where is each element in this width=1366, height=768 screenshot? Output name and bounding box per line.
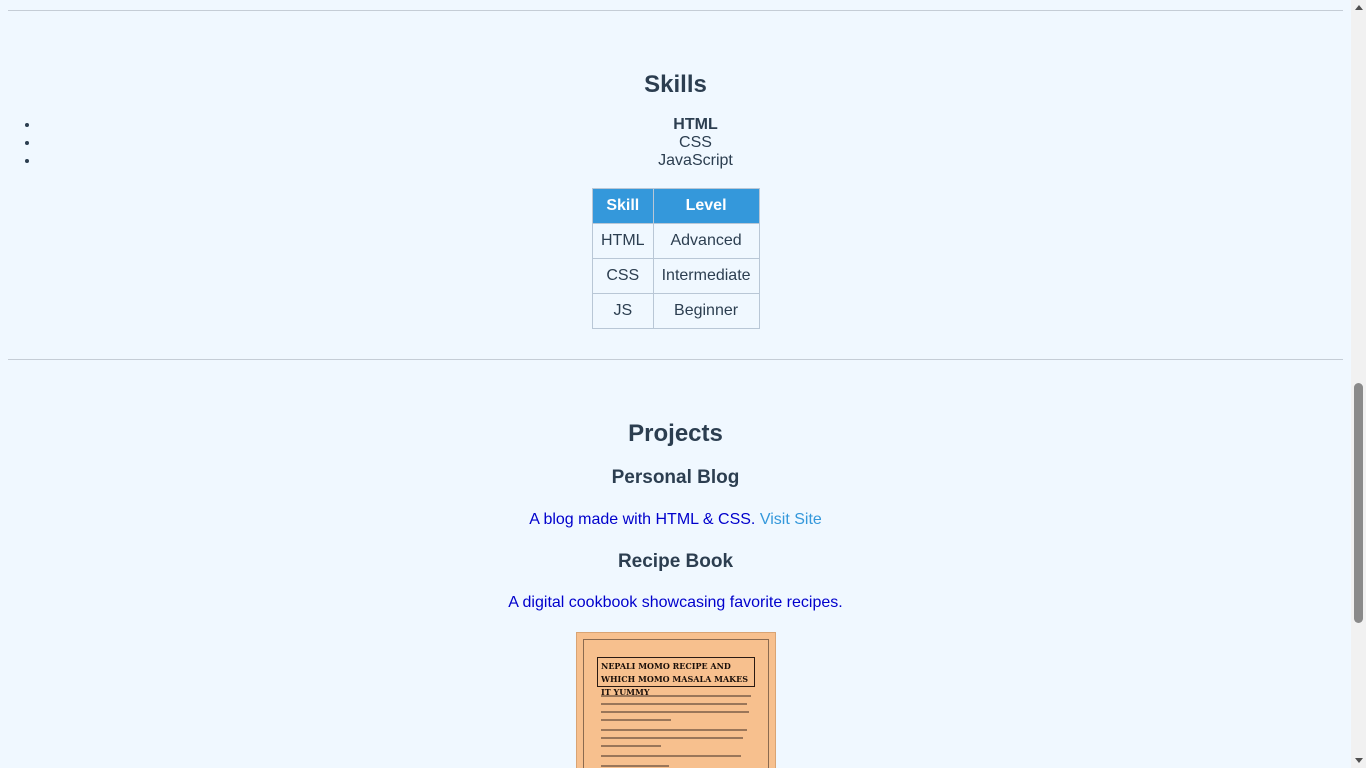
- table-row: JS Beginner: [592, 293, 760, 329]
- recipe-image-text-line: [601, 737, 743, 739]
- table-cell-skill: HTML: [592, 223, 654, 259]
- projects-heading: Projects: [628, 420, 723, 447]
- scroll-up-arrow-icon[interactable]: [1355, 5, 1363, 10]
- section-divider-top: [8, 10, 1343, 11]
- project-title-personal-blog: Personal Blog: [611, 467, 740, 488]
- project-description-personal-blog: A blog made with HTML & CSS. Visit Site: [0, 511, 1351, 529]
- skills-table: Skill Level HTML Advanced CSS Intermedia…: [592, 188, 760, 329]
- table-header-level: Level: [652, 188, 760, 224]
- section-divider-middle: [8, 359, 1343, 360]
- project-title-recipe-book: Recipe Book: [617, 551, 734, 572]
- table-header-skill: Skill: [592, 188, 654, 224]
- table-cell-level: Intermediate: [652, 258, 760, 294]
- visit-site-link[interactable]: Visit Site: [760, 511, 822, 528]
- skills-list-item: CSS: [40, 134, 1351, 152]
- table-header-row: Skill Level: [592, 188, 760, 224]
- skills-list-item: HTML: [40, 116, 1351, 134]
- project-description-recipe-book: A digital cookbook showcasing favorite r…: [508, 594, 843, 611]
- recipe-image-text-line: [601, 729, 747, 731]
- table-cell-skill: JS: [592, 293, 654, 329]
- scrollbar-thumb[interactable]: [1354, 383, 1363, 623]
- skills-list: HTML CSS JavaScript: [0, 116, 1351, 170]
- table-cell-level: Advanced: [652, 223, 760, 259]
- recipe-image-title: NEPALI MOMO RECIPE AND WHICH MOMO MASALA…: [597, 657, 755, 697]
- recipe-image-text-line: [601, 711, 749, 713]
- recipe-image-text-line: [601, 695, 751, 697]
- scroll-down-arrow-icon[interactable]: [1355, 758, 1363, 763]
- recipe-image-text-line: [601, 703, 747, 705]
- page: Skills HTML CSS JavaScript Skill Level H…: [0, 0, 1351, 768]
- recipe-image-text-line: [601, 719, 671, 721]
- recipe-image-text-line: [601, 765, 669, 767]
- recipe-book-image: NEPALI MOMO RECIPE AND WHICH MOMO MASALA…: [576, 632, 776, 768]
- table-cell-level: Beginner: [652, 293, 760, 329]
- skills-list-item: JavaScript: [40, 152, 1351, 170]
- vertical-scrollbar[interactable]: [1351, 0, 1366, 768]
- table-row: CSS Intermediate: [592, 258, 760, 294]
- skills-heading: Skills: [644, 71, 707, 98]
- table-row: HTML Advanced: [592, 223, 760, 259]
- recipe-image-text-line: [601, 745, 661, 747]
- table-cell-skill: CSS: [592, 258, 654, 294]
- project-description-text: A blog made with HTML & CSS.: [529, 511, 756, 528]
- recipe-image-text-line: [601, 755, 741, 757]
